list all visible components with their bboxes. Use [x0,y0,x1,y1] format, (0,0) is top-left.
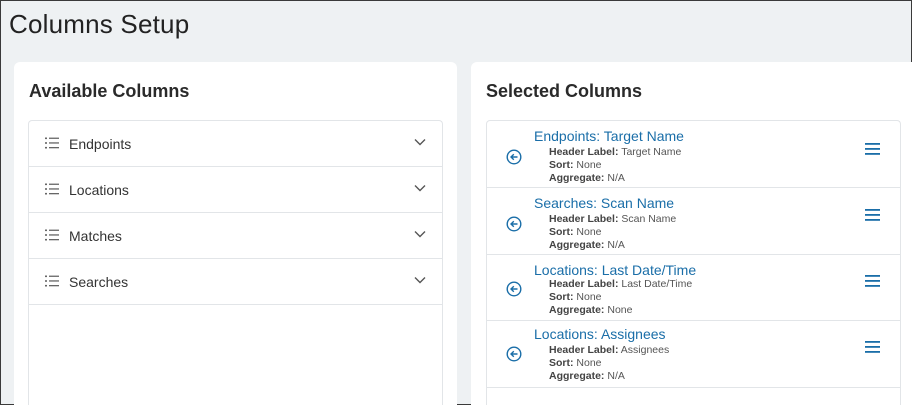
column-sort: Sort: None [549,357,602,370]
meta-value: Scan Name [621,213,677,225]
column-header-label: Header Label: Target Name [549,146,681,159]
list-icon [45,229,59,241]
accordion-item-locations[interactable]: Locations [29,167,442,213]
column-aggregate: Aggregate: N/A [549,172,625,185]
chevron-down-icon[interactable] [414,230,426,238]
remove-arrow-icon[interactable] [506,149,522,165]
drag-handle-icon[interactable] [865,275,880,287]
meta-key: Header Label: [549,278,619,290]
meta-value: None [576,159,602,171]
selected-column-item: Searches: Scan Name Header Label: Scan N… [487,188,900,255]
column-header-label: Header Label: Last Date/Time [549,278,692,291]
list-icon [45,137,59,149]
meta-value: Assignees [620,344,670,356]
accordion-item-label: Matches [69,227,122,244]
chevron-down-icon[interactable] [414,184,426,192]
meta-key: Sort: [549,357,574,369]
drag-handle-icon[interactable] [865,341,880,353]
column-header-label: Header Label: Assignees [549,344,669,357]
meta-key: Aggregate: [549,370,605,382]
meta-value: None [576,226,602,238]
meta-key: Sort: [549,159,574,171]
remove-arrow-icon[interactable] [506,281,522,297]
column-aggregate: Aggregate: None [549,304,632,317]
page-title: Columns Setup [9,9,190,39]
meta-key: Aggregate: [549,172,605,184]
available-columns-panel: Available Columns Endpoints Locations Ma… [14,62,457,405]
drag-handle-icon[interactable] [865,143,880,155]
meta-value: N/A [607,370,625,382]
selected-column-item: Locations: Assignees Header Label: Assig… [487,321,900,388]
meta-key: Header Label: [549,344,619,356]
selected-columns-panel: Selected Columns Endpoints: Target Name … [471,62,912,405]
meta-value: None [607,304,633,316]
available-columns-accordion: Endpoints Locations Matches Searches [28,120,443,405]
column-sort: Sort: None [549,291,602,304]
meta-value: Last Date/Time [621,278,693,290]
selected-columns-list: Endpoints: Target Name Header Label: Tar… [486,120,901,405]
column-title[interactable]: Locations: Last Date/Time [534,262,696,278]
meta-key: Header Label: [549,213,619,225]
remove-arrow-icon[interactable] [506,346,522,362]
column-title[interactable]: Endpoints: Target Name [534,128,684,144]
chevron-down-icon[interactable] [414,138,426,146]
meta-value: N/A [607,172,625,184]
accordion-item-endpoints[interactable]: Endpoints [29,121,442,167]
meta-value: Target Name [621,146,682,158]
accordion-item-matches[interactable]: Matches [29,213,442,259]
column-aggregate: Aggregate: N/A [549,239,625,252]
meta-value: N/A [607,239,625,251]
accordion-item-label: Endpoints [69,135,132,152]
accordion-item-label: Searches [69,273,129,290]
column-title[interactable]: Searches: Scan Name [534,195,674,211]
list-icon [45,183,59,195]
accordion-item-label: Locations [69,181,129,198]
list-icon [45,275,59,287]
column-aggregate: Aggregate: N/A [549,370,625,383]
selected-columns-title: Selected Columns [486,81,643,101]
remove-arrow-icon[interactable] [506,216,522,232]
meta-key: Aggregate: [549,304,605,316]
selected-column-item: Locations: Last Date/Time Header Label: … [487,255,900,321]
column-sort: Sort: None [549,159,602,172]
available-columns-title: Available Columns [29,81,190,101]
drag-handle-icon[interactable] [865,209,880,221]
accordion-item-searches[interactable]: Searches [29,259,442,305]
meta-value: None [576,357,602,369]
column-title[interactable]: Locations: Assignees [534,326,666,342]
column-sort: Sort: None [549,226,602,239]
meta-key: Header Label: [549,146,619,158]
column-header-label: Header Label: Scan Name [549,213,676,226]
meta-key: Aggregate: [549,239,605,251]
meta-key: Sort: [549,291,574,303]
meta-key: Sort: [549,226,574,238]
selected-column-item: Endpoints: Target Name Header Label: Tar… [487,121,900,188]
meta-value: None [576,291,602,303]
chevron-down-icon[interactable] [414,276,426,284]
